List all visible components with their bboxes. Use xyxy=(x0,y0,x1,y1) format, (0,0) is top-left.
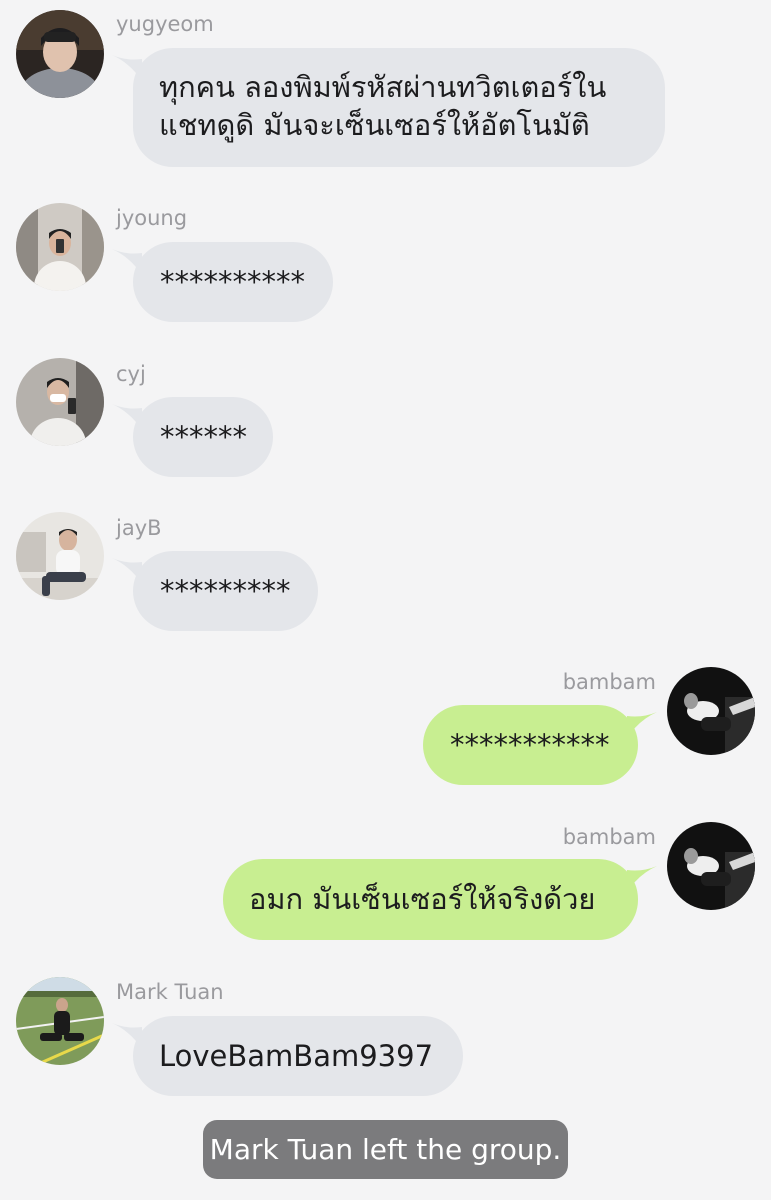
message-bubble[interactable]: ทุกคน ลองพิมพ์รหัสผ่านทวิตเตอร์ใน แชทดูด… xyxy=(133,48,665,167)
message-bubble[interactable]: *********** xyxy=(423,705,638,785)
avatar-bambam[interactable] xyxy=(667,667,755,755)
message-bubble[interactable]: ********* xyxy=(133,551,318,631)
chat-message-list[interactable]: yugyeom ทุกคน ลองพิมพ์รหัสผ่านทวิตเตอร์ใ… xyxy=(0,0,771,1200)
sender-name: cyj xyxy=(116,362,146,386)
sender-name: yugyeom xyxy=(116,12,214,36)
message-text: ****** xyxy=(160,420,247,454)
message-bubble[interactable]: อมก มันเซ็นเซอร์ให้จริงด้วย xyxy=(223,859,638,940)
avatar-yugyeom[interactable] xyxy=(16,10,104,98)
message-text: LoveBamBam9397 xyxy=(159,1039,434,1073)
message-bubble[interactable]: ****** xyxy=(133,397,273,477)
message-text: ********** xyxy=(160,265,305,299)
avatar-bambam[interactable] xyxy=(667,822,755,910)
message-text-line: แชทดูดิ มันจะเซ็นเซอร์ให้อัตโนมัติ xyxy=(159,108,590,142)
sender-name: Mark Tuan xyxy=(116,980,224,1004)
sender-name: bambam xyxy=(562,670,656,694)
message-bubble[interactable]: ********** xyxy=(133,242,333,322)
message-text-line: ทุกคน ลองพิมพ์รหัสผ่านทวิตเตอร์ใน xyxy=(159,70,607,104)
avatar-jayb[interactable] xyxy=(16,512,104,600)
avatar-jyoung[interactable] xyxy=(16,203,104,291)
message-text: *********** xyxy=(450,728,610,762)
message-bubble[interactable]: LoveBamBam9397 xyxy=(133,1016,463,1096)
sender-name: jayB xyxy=(116,516,162,540)
sender-name: jyoung xyxy=(116,206,188,230)
avatar-mark-tuan[interactable] xyxy=(16,977,104,1065)
message-text: อมก มันเซ็นเซอร์ให้จริงด้วย xyxy=(249,882,596,916)
message-text: ********* xyxy=(160,574,291,608)
sender-name: bambam xyxy=(562,825,656,849)
avatar-cyj[interactable] xyxy=(16,358,104,446)
system-notice: Mark Tuan left the group. xyxy=(203,1120,568,1179)
